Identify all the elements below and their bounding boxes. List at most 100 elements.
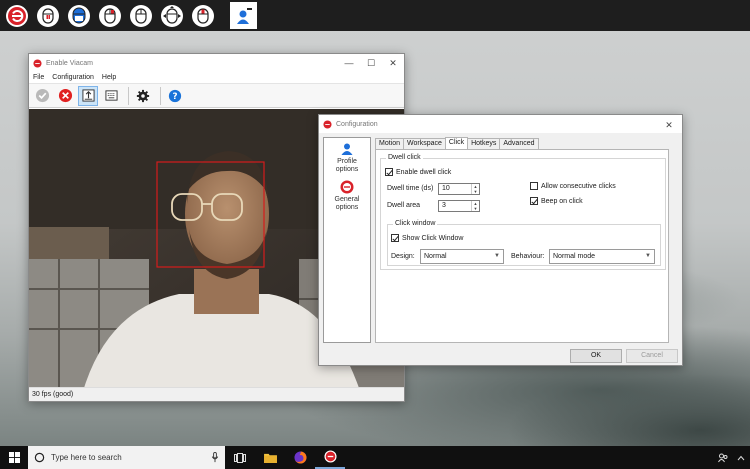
dwell-area-value: 3 [442,202,446,209]
config-tabs: Motion Workspace Click Hotkeys Advanced [375,137,539,149]
click-window-icon [81,89,95,102]
dwell-area-spinner[interactable]: 3 ▲ ▼ [438,200,480,212]
microphone-icon[interactable] [211,452,219,463]
search-placeholder: Type here to search [51,453,122,462]
checkbox-box [391,234,399,242]
maximize-button[interactable]: ☐ [360,54,382,72]
menu-configuration[interactable]: Configuration [52,74,94,81]
toolbar-divider [160,86,161,105]
double-click-button[interactable] [127,2,154,29]
viacam-floating-toolbar [0,0,750,31]
spinner-arrows[interactable]: ▲ ▼ [471,184,479,194]
firefox-icon [293,451,307,464]
design-value: Normal [424,253,447,260]
spinner-down-icon[interactable]: ▼ [472,189,479,194]
show-hidden-icons-button[interactable] [732,446,750,469]
options-button[interactable] [133,86,153,106]
right-click-button[interactable] [96,2,123,29]
dwell-time-value: 10 [442,185,450,192]
folder-icon [263,453,277,463]
checkbox-box [530,182,538,190]
main-toolbar: ? [29,84,404,108]
viacam-logo-icon [323,450,337,463]
minimize-button[interactable]: — [338,54,360,72]
dwell-time-spinner[interactable]: 10 ▲ ▼ [438,183,480,195]
mouse-right-click-icon [98,4,121,27]
taskbar-search-box[interactable]: Type here to search [28,446,225,469]
config-close-button[interactable]: ✕ [658,116,680,134]
sidebar-item-profile-options[interactable]: Profile options [324,142,370,174]
checkbox-box [530,197,538,205]
ok-button[interactable]: OK [570,349,622,363]
help-icon: ? [168,89,182,102]
configuration-window: Configuration ✕ Profile options General … [318,114,683,366]
scroll-button[interactable] [158,2,185,29]
tab-advanced[interactable]: Advanced [499,138,539,149]
mouse-left-click-icon [36,4,59,27]
onscreen-keyboard-button[interactable] [101,86,121,106]
spinner-down-icon[interactable]: ▼ [472,206,479,211]
windows-taskbar: Type here to search [0,446,750,469]
user-icon [341,143,353,155]
people-button[interactable] [714,446,732,469]
stop-icon [58,88,72,103]
close-button[interactable]: ✕ [382,54,404,72]
mouse-double-click-icon [129,4,152,27]
taskbar-file-explorer[interactable] [255,446,285,469]
dwell-click-group: Dwell click Enable dwell click Dwell tim… [380,154,666,270]
menu-help[interactable]: Help [102,74,116,81]
design-select[interactable]: Normal ▼ [420,249,504,264]
user-icon [233,5,254,26]
tab-motion[interactable]: Motion [375,138,405,149]
help-button[interactable]: ? [165,86,185,106]
viacam-app-icon [33,58,42,68]
disable-button[interactable] [55,86,75,106]
tab-hotkeys[interactable]: Hotkeys [467,138,501,149]
main-titlebar: Enable Viacam — ☐ ✕ [29,54,404,72]
windows-logo-icon [8,452,20,463]
sidebar-label: options [335,166,359,173]
main-menubar: File Configuration Help [29,72,404,84]
enable-dwell-click-label: Enable dwell click [396,168,452,176]
left-click-button[interactable] [34,2,61,29]
cancel-button[interactable]: Cancel [626,349,678,363]
checkmark-icon [35,88,49,103]
taskbar-firefox[interactable] [285,446,315,469]
middle-click-button[interactable] [189,2,216,29]
allow-consecutive-clicks-label: Allow consecutive clicks [541,182,616,190]
click-window-group: Click window Show Click Window Design: N… [387,220,661,266]
behaviour-value: Normal mode [553,253,596,260]
enable-button[interactable] [32,86,52,106]
beep-on-click-checkbox[interactable]: Beep on click [530,197,583,205]
viacam-logo-button[interactable] [3,2,30,29]
start-button[interactable] [0,446,28,469]
toolbar-divider [128,86,129,105]
mouse-drag-icon [67,4,90,27]
people-icon [718,453,728,462]
task-view-icon [234,452,246,463]
fps-status: 30 fps (good) [32,391,74,398]
config-sidebar: Profile options General options [323,137,371,343]
search-icon [34,452,45,463]
sidebar-item-general-options[interactable]: General options [324,180,370,212]
sidebar-label: Profile [337,158,357,165]
tab-workspace[interactable]: Workspace [403,138,446,149]
profile-switch-button[interactable] [230,2,257,29]
allow-consecutive-clicks-checkbox[interactable]: Allow consecutive clicks [530,182,616,190]
taskbar-enable-viacam[interactable] [315,446,345,469]
menu-file[interactable]: File [33,74,44,81]
main-window-title: Enable Viacam [46,59,93,67]
show-click-window-checkbox[interactable]: Show Click Window [391,234,463,242]
drag-click-button[interactable] [65,2,92,29]
main-statusbar: 30 fps (good) [29,387,404,401]
behaviour-select[interactable]: Normal mode ▼ [549,249,655,264]
viacam-logo-icon [340,180,354,194]
tab-click[interactable]: Click [444,137,469,149]
enable-dwell-click-checkbox[interactable]: Enable dwell click [385,168,451,176]
chevron-down-icon: ▼ [645,253,651,259]
click-window-group-label: Click window [393,220,438,227]
beep-on-click-label: Beep on click [541,197,583,205]
spinner-arrows[interactable]: ▲ ▼ [471,201,479,211]
click-window-toggle-button[interactable] [78,85,98,106]
task-view-button[interactable] [225,446,255,469]
